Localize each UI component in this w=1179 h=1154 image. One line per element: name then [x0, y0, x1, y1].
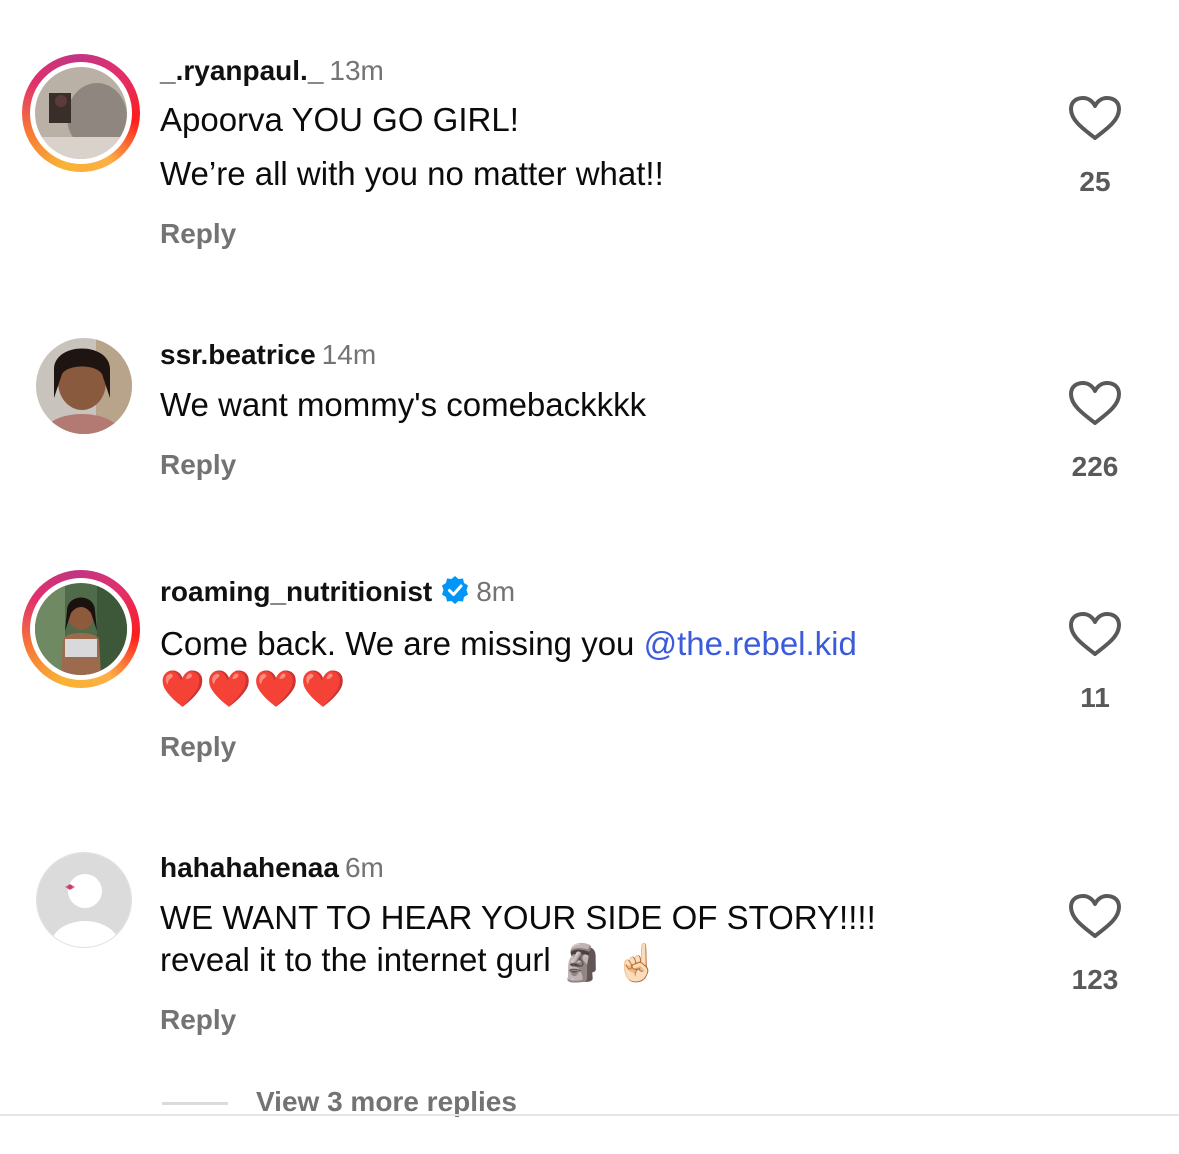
comment-username[interactable]: roaming_nutritionist [160, 576, 432, 607]
mention-link[interactable]: @the.rebel.kid [644, 625, 857, 662]
comment-username[interactable]: ssr.beatrice [160, 339, 316, 370]
avatar-story-ring[interactable] [22, 54, 140, 172]
comment-text-line: We want mommy's comebackkkk [160, 386, 647, 423]
comment-text-line: Apoorva YOU GO GIRL! [160, 101, 519, 138]
comment-header: hahahahenaa 6m [160, 851, 384, 885]
comment-header: _.ryanpaul._ 13m [160, 54, 384, 88]
heart-icon[interactable] [1068, 380, 1122, 426]
comment-time: 14m [321, 339, 377, 370]
comment-text-line: Come back. We are missing you @the.rebel… [160, 620, 857, 668]
reply-button[interactable]: Reply [160, 731, 236, 763]
comment-username[interactable]: _.ryanpaul._ [160, 55, 323, 86]
heart-icon[interactable] [1068, 893, 1122, 939]
like-count: 123 [1071, 964, 1119, 995]
like-count: 25 [1079, 166, 1111, 197]
view-replies-divider [162, 1102, 228, 1105]
heart-emoji-line: ❤️❤️❤️❤️ [160, 668, 348, 709]
comment-time: 13m [329, 55, 384, 86]
comment-text-line: reveal it to the internet gurl 🗿 ☝🏻 [160, 936, 660, 987]
reply-button[interactable]: Reply [160, 1004, 236, 1036]
comment-text-line: WE WANT TO HEAR YOUR SIDE OF STORY!!!! [160, 899, 876, 936]
emoji-moai-pointing: 🗿 ☝🏻 [559, 942, 660, 983]
heart-icon[interactable] [1068, 95, 1122, 141]
heart-icon[interactable] [1068, 611, 1122, 657]
divider [0, 1114, 1179, 1116]
avatar [35, 67, 127, 159]
like-count: 226 [1071, 451, 1119, 482]
comment-text-line: We’re all with you no matter what!! [160, 155, 664, 192]
comment-header: ssr.beatrice 14m [160, 338, 376, 372]
comment-time: 6m [344, 852, 384, 883]
avatar [35, 583, 127, 675]
comment-header: roaming_nutritionist 8m [160, 575, 515, 609]
like-count: 11 [1080, 682, 1110, 713]
avatar[interactable] [36, 338, 132, 434]
reply-button[interactable]: Reply [160, 218, 236, 250]
avatar-story-ring[interactable] [22, 570, 140, 688]
comment-text: reveal it to the internet gurl [160, 941, 551, 978]
avatar[interactable] [36, 852, 132, 948]
comment-username[interactable]: hahahahenaa [160, 852, 339, 883]
comment-text: Come back. We are missing you [160, 625, 635, 662]
verified-badge-icon [442, 576, 469, 604]
comment-time: 8m [476, 576, 516, 607]
reply-button[interactable]: Reply [160, 449, 236, 481]
